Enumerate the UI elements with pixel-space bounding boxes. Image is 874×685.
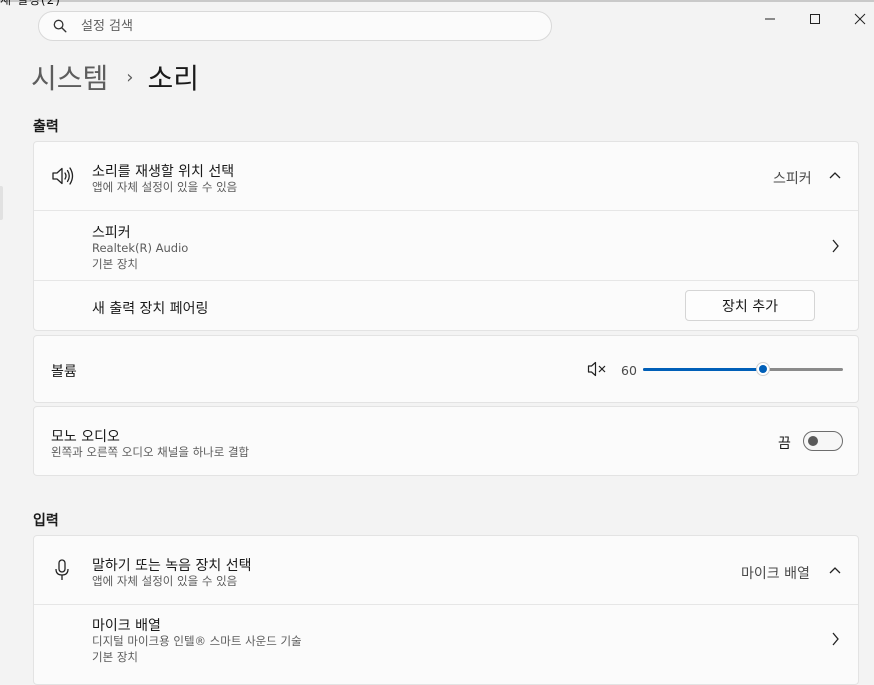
page-title: 소리	[147, 62, 200, 95]
search-input[interactable]	[79, 17, 503, 35]
input-device-row[interactable]: 마이크 배열 디지털 마이크용 인텔® 스마트 사운드 기술 기본 장치	[34, 605, 858, 675]
input-selected-device: 마이크 배열	[741, 566, 810, 582]
volume-card: 볼륨 60	[33, 335, 859, 403]
output-device-row[interactable]: 스피커 Realtek(R) Audio 기본 장치	[34, 211, 858, 280]
mono-audio-card: 모노 오디오 왼쪽과 오른쪽 오디오 채널을 하나로 결합 끔	[33, 406, 859, 476]
output-section-title: 출력	[33, 119, 59, 135]
breadcrumb-separator: ›	[126, 66, 134, 88]
chevron-up-icon[interactable]	[829, 170, 841, 180]
nav-pane-edge	[0, 186, 3, 220]
input-chooser-title: 말하기 또는 녹음 장치 선택	[92, 558, 252, 574]
breadcrumb: 시스템 › 소리	[31, 57, 199, 97]
volume-value: 60	[621, 363, 637, 378]
input-device-driver: 디지털 마이크용 인텔® 스마트 사운드 기술	[92, 634, 302, 648]
input-device-name: 마이크 배열	[92, 618, 161, 634]
minimize-button[interactable]	[752, 6, 788, 32]
breadcrumb-parent[interactable]: 시스템	[31, 57, 108, 97]
add-device-button[interactable]: 장치 추가	[685, 290, 815, 321]
window-top-border	[0, 0, 874, 2]
window-title-fragment: 새 설정(2)	[0, 0, 61, 7]
mono-audio-title: 모노 오디오	[51, 429, 120, 445]
volume-slider-fill	[643, 368, 763, 371]
output-device-driver: Realtek(R) Audio	[92, 241, 189, 255]
maximize-button[interactable]	[797, 6, 833, 32]
input-device-status: 기본 장치	[92, 650, 138, 664]
output-device-card: 소리를 재생할 위치 선택 앱에 자체 설정이 있을 수 있음 스피커 스피커 …	[33, 141, 859, 331]
search-icon	[53, 19, 67, 33]
volume-slider-thumb[interactable]	[756, 362, 770, 376]
input-chooser-subtitle: 앱에 자체 설정이 있을 수 있음	[92, 574, 238, 588]
chevron-right-icon[interactable]	[831, 632, 839, 646]
input-device-card: 말하기 또는 녹음 장치 선택 앱에 자체 설정이 있을 수 있음 마이크 배열…	[33, 535, 859, 685]
pair-output-label: 새 출력 장치 페어링	[92, 301, 209, 317]
output-chooser-subtitle: 앱에 자체 설정이 있을 수 있음	[92, 180, 238, 194]
speaker-icon	[51, 165, 75, 187]
chevron-right-icon[interactable]	[831, 239, 839, 253]
output-selected-device: 스피커	[773, 171, 812, 187]
mute-icon[interactable]	[587, 361, 609, 377]
output-device-status: 기본 장치	[92, 257, 138, 271]
maximize-icon	[810, 14, 820, 24]
mono-audio-toggle[interactable]	[803, 431, 843, 451]
output-chooser-title: 소리를 재생할 위치 선택	[92, 164, 235, 180]
mono-audio-subtitle: 왼쪽과 오른쪽 오디오 채널을 하나로 결합	[51, 445, 250, 459]
input-chooser-row[interactable]: 말하기 또는 녹음 장치 선택 앱에 자체 설정이 있을 수 있음 마이크 배열	[34, 536, 858, 604]
close-icon	[854, 13, 866, 25]
pair-output-row: 새 출력 장치 페어링 장치 추가	[34, 281, 858, 331]
output-chooser-row[interactable]: 소리를 재생할 위치 선택 앱에 자체 설정이 있을 수 있음 스피커	[34, 142, 858, 210]
volume-label: 볼륨	[51, 364, 77, 380]
microphone-icon	[54, 559, 70, 581]
search-box[interactable]	[38, 11, 552, 41]
mono-audio-state: 끔	[778, 436, 791, 452]
output-device-name: 스피커	[92, 225, 131, 241]
minimize-icon	[765, 18, 775, 20]
input-section-title: 입력	[33, 513, 59, 529]
chevron-up-icon[interactable]	[829, 565, 841, 575]
close-button[interactable]	[842, 6, 874, 32]
